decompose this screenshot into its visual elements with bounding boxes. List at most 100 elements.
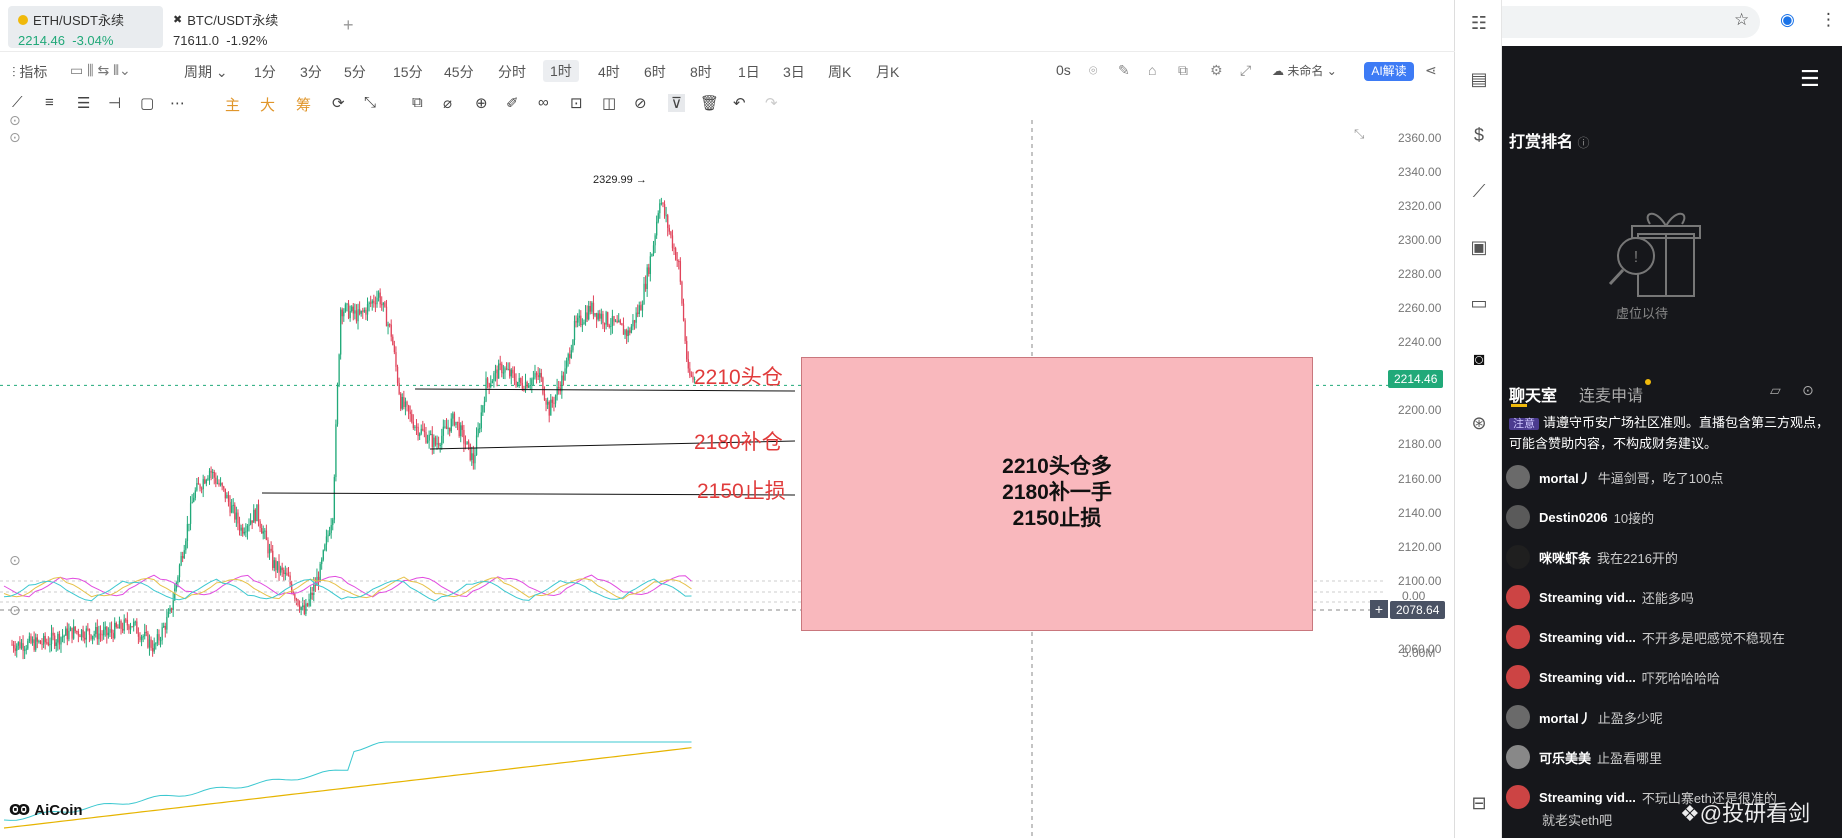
monitor-icon[interactable]: ▣: [1468, 237, 1490, 258]
add-alert-icon[interactable]: +: [1370, 600, 1388, 618]
fullscreen-icon[interactable]: ⤢: [1240, 62, 1251, 79]
interval-13[interactable]: 月K: [876, 62, 899, 82]
bot-icon[interactable]: ◙: [1468, 349, 1490, 370]
chat-nickname[interactable]: Streaming vid...: [1539, 590, 1636, 605]
period-dropdown[interactable]: 周期 ⌄: [184, 62, 228, 82]
ruler-icon[interactable]: ⌀: [443, 94, 452, 112]
redo-icon[interactable]: ↷: [765, 94, 778, 112]
interval-12[interactable]: 周K: [828, 62, 851, 82]
indicator-collapse-icon[interactable]: ⊙: [9, 552, 21, 569]
copy-icon[interactable]: ⧉: [412, 94, 423, 111]
pen-icon[interactable]: ✎: [1118, 62, 1130, 79]
trend-line-icon[interactable]: ⟋: [12, 94, 23, 111]
layout-dropdown[interactable]: ☁ 未命名 ⌄: [1272, 62, 1337, 79]
layout-icon[interactable]: ⊟: [1468, 793, 1490, 814]
chat-nickname[interactable]: Destin0206: [1539, 510, 1608, 525]
volume-collapse-icon[interactable]: ⊙: [9, 602, 21, 619]
interval-2[interactable]: 5分: [344, 62, 366, 82]
chat-message[interactable]: Streaming vid... 还能多吗: [1506, 583, 1836, 611]
interval-7[interactable]: 4时: [598, 62, 620, 82]
delete-icon[interactable]: 🗑: [700, 94, 719, 112]
main-indicator-toggle[interactable]: 主: [225, 94, 240, 115]
undo-icon[interactable]: ↶: [733, 94, 746, 112]
list-icon[interactable]: ☷: [1468, 13, 1490, 34]
chip-toggle[interactable]: 筹: [296, 94, 311, 115]
indicators-button[interactable]: ⫶ 指标: [12, 62, 47, 82]
chat-nickname[interactable]: mortal丿: [1539, 708, 1592, 727]
document-icon[interactable]: ▤: [1468, 69, 1490, 90]
expand-icon[interactable]: ⤡: [1354, 126, 1364, 142]
lock-icon[interactable]: ⊡: [570, 94, 583, 112]
avatar[interactable]: [1506, 785, 1530, 809]
tab-mic-request[interactable]: 连麦申请: [1579, 388, 1643, 405]
tab-chat-room[interactable]: 聊天室: [1509, 388, 1557, 405]
avatar[interactable]: [1506, 665, 1530, 689]
link-icon[interactable]: ⊘: [634, 94, 647, 112]
interval-11[interactable]: 3日: [783, 62, 805, 82]
brush-icon[interactable]: ✐: [506, 94, 519, 112]
measure-icon[interactable]: ⤡: [364, 94, 376, 111]
trend-chart-icon[interactable]: ⟋: [1468, 181, 1490, 202]
close-icon[interactable]: ✖: [173, 13, 182, 26]
interval-3[interactable]: 15分: [393, 62, 423, 82]
horizontal-line-icon[interactable]: ⊣: [108, 94, 121, 112]
tab-btc-usdt[interactable]: ✖ BTC/USDT永续 71611.0 -1.92%: [163, 6, 333, 48]
interval-0[interactable]: 1分: [254, 62, 276, 82]
info-icon[interactable]: ⓘ: [1577, 136, 1589, 150]
chat-nickname[interactable]: Streaming vid...: [1539, 670, 1636, 685]
interval-1[interactable]: 3分: [300, 62, 322, 82]
avatar[interactable]: [1506, 585, 1530, 609]
chat-nickname[interactable]: 可乐美美: [1539, 748, 1591, 767]
avatar[interactable]: [1506, 625, 1530, 649]
dollar-icon[interactable]: $: [1468, 125, 1490, 146]
magnet-icon[interactable]: ∞: [538, 94, 549, 111]
chat-message[interactable]: mortal丿 止盈多少呢: [1506, 703, 1836, 731]
share-icon[interactable]: ⋖: [1425, 62, 1437, 79]
filter-icon[interactable]: ⊽: [668, 94, 685, 112]
more-menu-icon[interactable]: ⋮: [1820, 10, 1837, 30]
camera-icon[interactable]: ⌾: [1089, 62, 1097, 79]
annotation-box[interactable]: 2210头仓多 2180补一手 2150止损: [801, 357, 1313, 631]
sync-icon[interactable]: ⊛: [1468, 413, 1490, 434]
interval-8[interactable]: 6时: [644, 62, 666, 82]
note-icon[interactable]: ⌂: [1148, 62, 1156, 78]
interval-10[interactable]: 1日: [738, 62, 760, 82]
address-bar[interactable]: [1502, 6, 1760, 38]
fib-icon[interactable]: ☰: [77, 94, 90, 112]
chat-message[interactable]: 咪咪虾条 我在2216开的: [1506, 543, 1836, 571]
chat-message[interactable]: mortal丿 牛逼剑哥，吃了100点: [1506, 463, 1836, 491]
replay-icon[interactable]: ⟳: [332, 94, 345, 112]
screen-icon[interactable]: ▭: [1468, 293, 1490, 314]
hide-icon[interactable]: ◫: [602, 94, 616, 112]
compare-icon[interactable]: ⧉: [1178, 62, 1188, 79]
chat-message[interactable]: Destin0206 10接的: [1506, 503, 1836, 531]
settings-icon[interactable]: ⚙: [1210, 62, 1223, 79]
add-tab-icon[interactable]: +: [343, 15, 354, 36]
bookmark-star-icon[interactable]: ☆: [1734, 10, 1749, 30]
chat-message[interactable]: Streaming vid... 吓死哈哈哈哈: [1506, 663, 1836, 691]
chart-style-icons[interactable]: ▭ ⫼ ⇆ ⫴⌄: [70, 62, 131, 79]
interval-5[interactable]: 分时: [498, 62, 526, 82]
edit-icon[interactable]: ▱: [1770, 382, 1781, 399]
collapse-icons[interactable]: ⊙ ⊙: [9, 112, 21, 146]
tab-eth-usdt[interactable]: ETH/USDT永续 2214.46 -3.04%: [8, 6, 163, 48]
chat-message[interactable]: 可乐美美 止盈看哪里: [1506, 743, 1836, 771]
avatar[interactable]: [1506, 505, 1530, 529]
chat-nickname[interactable]: Streaming vid...: [1539, 630, 1636, 645]
chat-settings-icon[interactable]: ⊙: [1802, 382, 1814, 399]
interval-6[interactable]: 1时: [543, 60, 579, 82]
chat-message[interactable]: Streaming vid... 不开多是吧感觉不稳现在: [1506, 623, 1836, 651]
chat-nickname[interactable]: Streaming vid...: [1539, 790, 1636, 805]
avatar[interactable]: [1506, 545, 1530, 569]
hamburger-menu-icon[interactable]: ☰: [1800, 66, 1820, 92]
avatar[interactable]: [1506, 465, 1530, 489]
chat-nickname[interactable]: mortal丿: [1539, 468, 1592, 487]
interval-9[interactable]: 8时: [690, 62, 712, 82]
price-chart[interactable]: 2360.00 2340.00 2320.00 2300.00 2280.00 2260.…: [0, 112, 1455, 838]
zoom-icon[interactable]: ⊕: [475, 94, 488, 112]
rectangle-icon[interactable]: ▢: [140, 94, 154, 112]
parallel-lines-icon[interactable]: ≡: [45, 94, 54, 111]
profile-icon[interactable]: ◉: [1780, 10, 1795, 30]
chat-nickname[interactable]: 咪咪虾条: [1539, 548, 1591, 567]
interval-4[interactable]: 45分: [444, 62, 474, 82]
